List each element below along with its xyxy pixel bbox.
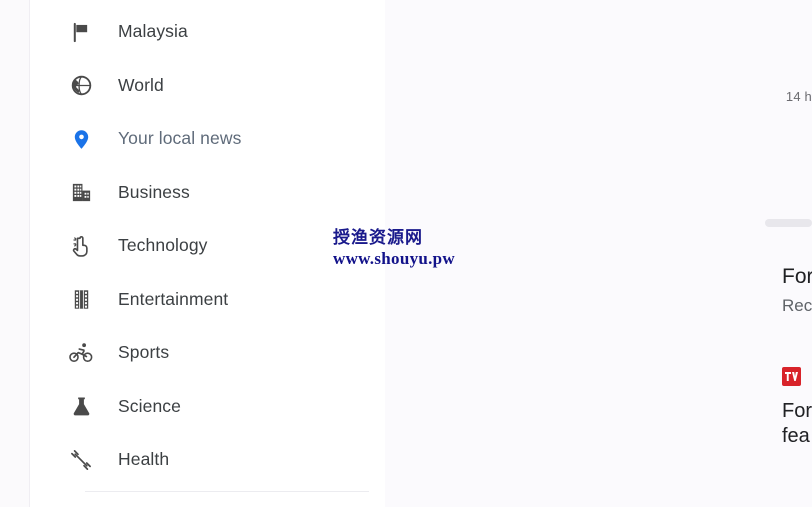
sidebar-item-your-local-news[interactable]: Your local news: [30, 115, 370, 163]
story-card-secondary[interactable]: For fea: [782, 367, 812, 449]
sidebar-item-label: Technology: [118, 235, 208, 256]
flask-icon: [68, 394, 94, 420]
left-gutter: [0, 0, 29, 507]
sidebar-item-technology[interactable]: Technology: [30, 222, 370, 270]
sidebar-item-label: World: [118, 74, 164, 95]
story-headline: For: [782, 265, 812, 288]
sidebar-item-label: Malaysia: [118, 21, 188, 42]
story-card-primary[interactable]: For Rec: [782, 264, 812, 317]
location-pin-icon: [68, 126, 94, 152]
sidebar-item-label: Sports: [118, 342, 170, 363]
sidebar-item-label: Health: [118, 449, 170, 470]
tv-red-logo-icon: [782, 367, 801, 386]
app-screen: Malaysia World Your local news Business …: [0, 0, 812, 507]
sidebar-item-health[interactable]: Health: [30, 436, 370, 484]
sidebar-item-world[interactable]: World: [30, 62, 370, 110]
sidebar-item-malaysia[interactable]: Malaysia: [30, 8, 370, 56]
sidebar-item-label: Your local news: [118, 128, 242, 149]
sidebar-item-business[interactable]: Business: [30, 169, 370, 217]
sidebar-item-label: Entertainment: [118, 288, 229, 309]
sidebar-nav: Malaysia World Your local news Business …: [30, 0, 370, 507]
bicycle-icon: [68, 340, 94, 366]
building-icon: [68, 180, 94, 206]
globe-icon: [68, 73, 94, 99]
sidebar-divider: [85, 491, 370, 492]
story-headline-line2: fea: [782, 425, 810, 447]
tech-hand-icon: [68, 233, 94, 259]
sidebar-item-entertainment[interactable]: Entertainment: [30, 276, 370, 324]
story-headline-line1: For: [782, 400, 812, 422]
dumbbell-icon: [68, 447, 94, 473]
sidebar-scrollbar-track[interactable]: [369, 0, 753, 507]
sidebar-item-label: Science: [118, 395, 181, 416]
film-strip-icon: [68, 287, 94, 313]
sidebar-item-sports[interactable]: Sports: [30, 329, 370, 377]
sidebar-item-label: Business: [118, 181, 190, 202]
flag-icon: [68, 19, 94, 45]
sidebar-item-science[interactable]: Science: [30, 383, 370, 431]
story-subheadline: Rec: [782, 296, 812, 315]
main-content: 14 h For Rec For fea: [385, 0, 812, 507]
story-timestamp: 14 h: [785, 89, 812, 104]
placeholder-bar: [765, 219, 812, 227]
